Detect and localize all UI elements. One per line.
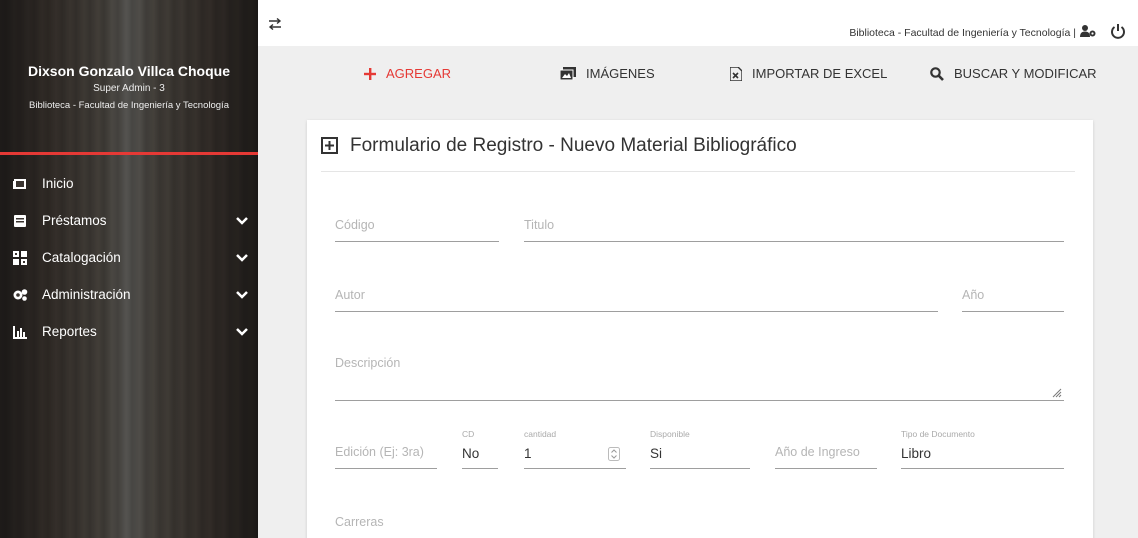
bar-chart-icon	[12, 324, 28, 340]
sidebar: Dixson Gonzalo Villca Choque Super Admin…	[0, 0, 258, 538]
autor-field[interactable]: Autor	[335, 282, 938, 312]
sidebar-item-administracion[interactable]: Administración	[0, 276, 258, 313]
carreras-field[interactable]: Carreras	[335, 508, 1064, 538]
cantidad-value: 1	[524, 446, 532, 461]
topbar: Biblioteca - Facultad de Ingeniería y Te…	[258, 0, 1138, 46]
form-title: Formulario de Registro - Nuevo Material …	[350, 134, 797, 156]
autor-placeholder: Autor	[335, 288, 365, 302]
anio-field[interactable]: Año	[962, 282, 1064, 312]
search-icon	[930, 66, 944, 81]
sidebar-menu: Inicio Préstamos Catalogación Administra…	[0, 165, 258, 350]
sidebar-item-label: Reportes	[42, 324, 97, 339]
edicion-field[interactable]: Edición (Ej: 3ra)	[335, 439, 437, 469]
sidebar-item-label: Administración	[42, 287, 131, 302]
carreras-placeholder: Carreras	[335, 515, 384, 529]
tipo-documento-select[interactable]: Tipo de Documento Libro	[901, 429, 1064, 469]
images-button[interactable]: IMÁGENES	[560, 66, 655, 81]
user-role: Super Admin - 3	[93, 83, 165, 94]
edicion-placeholder: Edición (Ej: 3ra)	[335, 445, 424, 459]
add-button[interactable]: AGREGAR	[364, 66, 451, 81]
chevron-down-icon[interactable]	[236, 289, 248, 301]
images-icon	[560, 67, 576, 80]
plus-square-icon	[321, 137, 338, 154]
sidebar-item-reportes[interactable]: Reportes	[0, 313, 258, 350]
user-settings-icon[interactable]	[1080, 25, 1096, 37]
import-excel-button[interactable]: IMPORTAR DE EXCEL	[730, 66, 887, 81]
sidebar-item-catalogacion[interactable]: Catalogación	[0, 239, 258, 276]
power-icon[interactable]	[1110, 23, 1126, 39]
tipo-documento-label: Tipo de Documento	[901, 429, 975, 439]
topbar-library: Biblioteca - Facultad de Ingeniería y Te…	[849, 27, 1076, 39]
titulo-placeholder: Titulo	[524, 218, 555, 232]
images-button-label: IMÁGENES	[586, 66, 655, 81]
codigo-placeholder: Código	[335, 218, 375, 232]
import-excel-button-label: IMPORTAR DE EXCEL	[752, 66, 888, 81]
user-name: Dixson Gonzalo Villca Choque	[28, 63, 230, 79]
tipo-documento-value: Libro	[901, 446, 932, 461]
disponible-value: Si	[650, 446, 663, 461]
descripcion-textarea[interactable]: Descripción	[335, 352, 1064, 401]
registration-form-card: Formulario de Registro - Nuevo Material …	[307, 120, 1093, 538]
grid-icon	[12, 250, 28, 266]
gears-icon	[12, 287, 28, 303]
search-modify-button-label: BUSCAR Y MODIFICAR	[954, 66, 1097, 81]
sidebar-item-prestamos[interactable]: Préstamos	[0, 202, 258, 239]
add-button-label: AGREGAR	[386, 66, 452, 81]
chevron-down-icon[interactable]	[236, 252, 248, 264]
sidebar-item-label: Catalogación	[42, 250, 121, 265]
plus-icon	[364, 67, 376, 80]
cd-value: No	[462, 446, 480, 461]
excel-file-icon	[730, 66, 742, 81]
chevron-down-icon[interactable]	[236, 215, 248, 227]
stepper-arrows-icon[interactable]	[608, 447, 620, 461]
titulo-field[interactable]: Titulo	[524, 212, 1064, 242]
action-bar: AGREGAR IMÁGENES IMPORTAR DE EXCEL BUSCA…	[258, 52, 1138, 98]
codigo-field[interactable]: Código	[335, 212, 499, 242]
cd-label: CD	[462, 429, 475, 439]
anio-ingreso-placeholder: Año de Ingreso	[775, 445, 860, 459]
tablet-icon	[12, 176, 28, 192]
cantidad-label: cantidad	[524, 429, 557, 439]
disponible-select[interactable]: Disponible Si	[650, 429, 750, 469]
sidebar-item-label: Préstamos	[42, 213, 107, 228]
anio-placeholder: Año	[962, 288, 985, 302]
disponible-label: Disponible	[650, 429, 690, 439]
user-profile: Dixson Gonzalo Villca Choque Super Admin…	[0, 0, 258, 155]
cantidad-stepper[interactable]: cantidad 1	[524, 429, 626, 469]
chevron-down-icon[interactable]	[236, 326, 248, 338]
sidebar-item-label: Inicio	[42, 176, 74, 191]
cd-select[interactable]: CD No	[462, 429, 498, 469]
sidebar-item-inicio[interactable]: Inicio	[0, 165, 258, 202]
descripcion-placeholder: Descripción	[335, 356, 401, 370]
anio-ingreso-field[interactable]: Año de Ingreso	[775, 439, 877, 469]
user-library: Biblioteca - Facultad de Ingeniería y Te…	[29, 100, 229, 111]
resize-handle-icon[interactable]	[1052, 388, 1062, 398]
book-icon	[12, 213, 28, 229]
form-header: Formulario de Registro - Nuevo Material …	[321, 120, 1075, 172]
search-modify-button[interactable]: BUSCAR Y MODIFICAR	[930, 66, 1097, 81]
swap-arrows-icon[interactable]	[268, 18, 282, 30]
